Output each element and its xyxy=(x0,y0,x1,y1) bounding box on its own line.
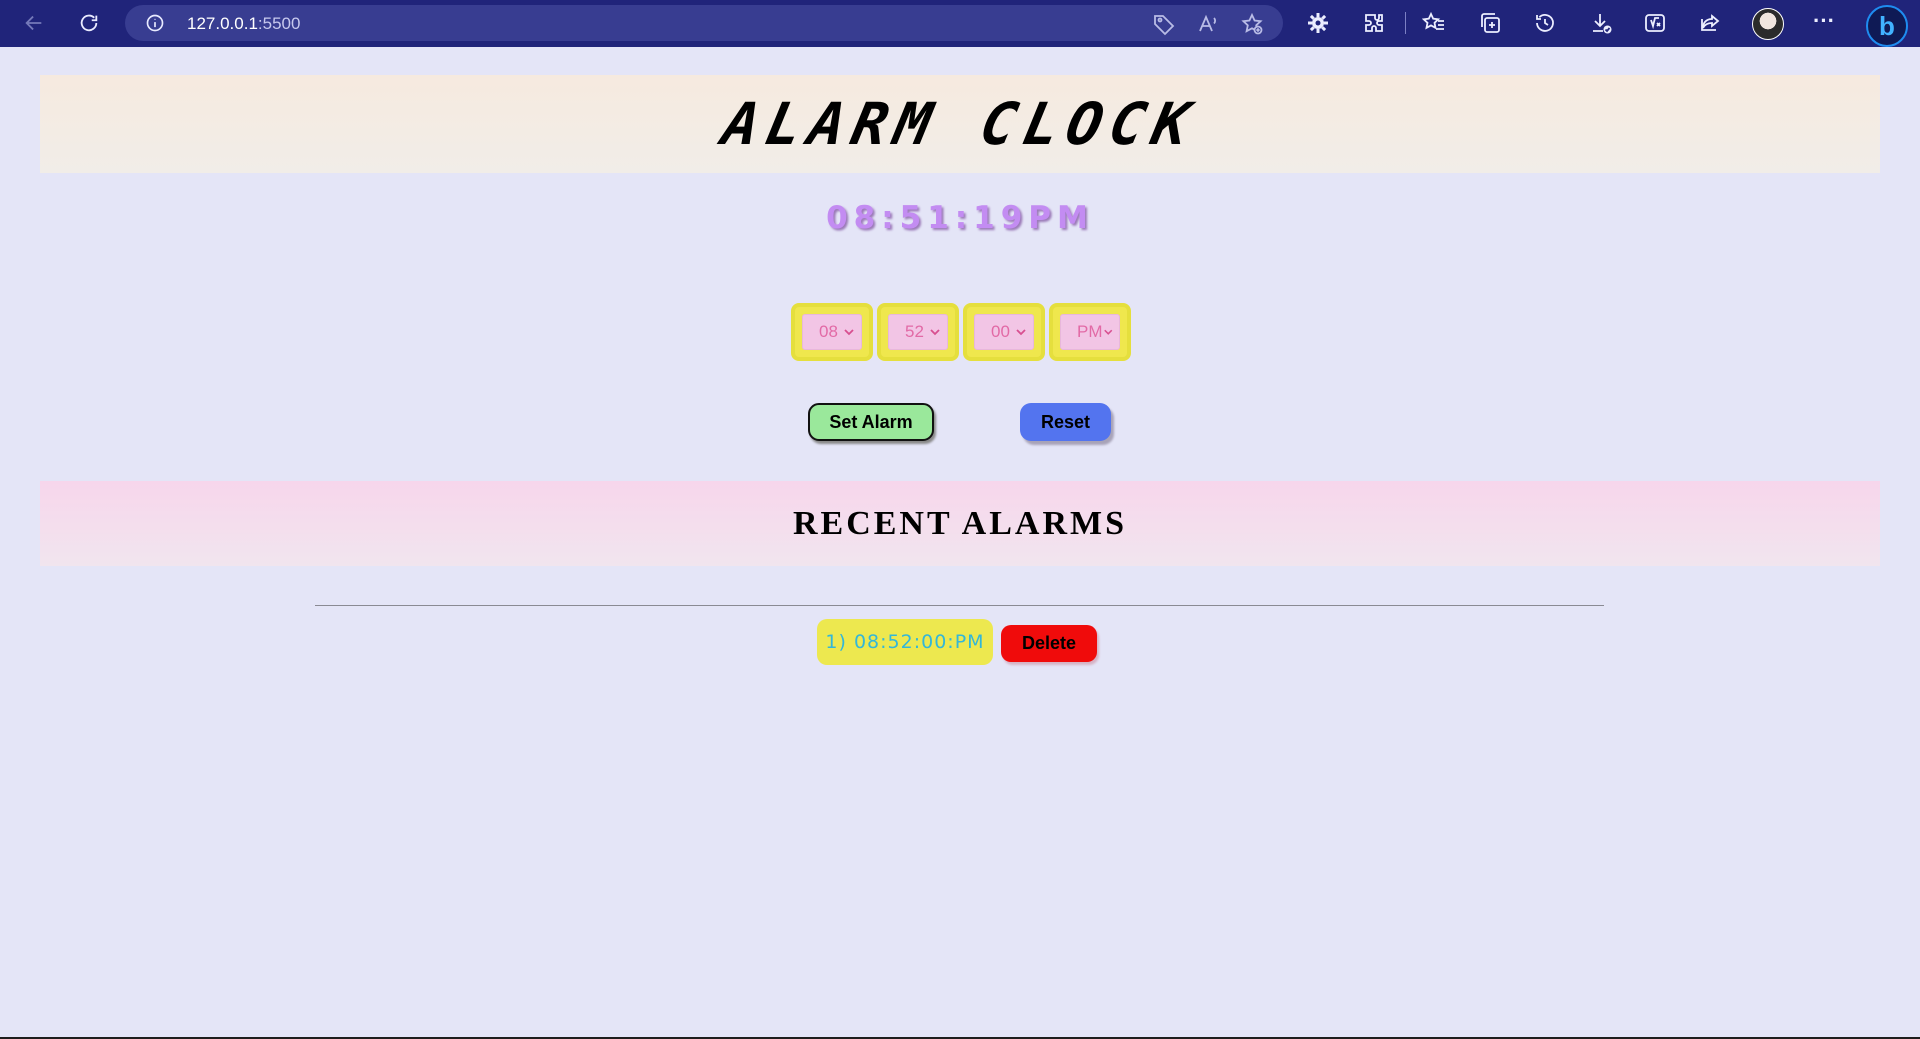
recent-alarms-heading: RECENT ALARMS xyxy=(792,504,1128,542)
history-icon[interactable] xyxy=(1533,11,1557,35)
profile-avatar[interactable] xyxy=(1752,8,1784,40)
extensions-icon[interactable] xyxy=(1362,11,1386,35)
more-icon[interactable]: ··· xyxy=(1813,8,1837,33)
delete-alarm-button[interactable]: Delete xyxy=(1001,625,1097,662)
back-icon[interactable] xyxy=(14,3,54,43)
minute-select[interactable]: 52 xyxy=(888,314,948,350)
second-select[interactable]: 00 xyxy=(974,314,1034,350)
share-icon[interactable] xyxy=(1698,11,1722,35)
recent-alarms-banner: RECENT ALARMS xyxy=(40,481,1880,566)
read-aloud-icon[interactable] xyxy=(1196,12,1220,36)
settings-icon[interactable] xyxy=(1306,11,1330,35)
divider xyxy=(315,605,1604,606)
set-alarm-button[interactable]: Set Alarm xyxy=(808,403,934,441)
bing-icon[interactable]: b xyxy=(1866,5,1908,47)
address-bar[interactable]: 127.0.0.1:5500 xyxy=(125,5,1283,41)
chevron-down-icon xyxy=(1103,329,1112,335)
url-text[interactable]: 127.0.0.1:5500 xyxy=(187,14,300,34)
ampm-select-value: PM xyxy=(1077,322,1103,341)
chevron-down-icon xyxy=(930,329,940,336)
second-select-value: 00 xyxy=(991,322,1010,341)
ampm-select[interactable]: PM xyxy=(1060,314,1120,350)
reset-button[interactable]: Reset xyxy=(1020,403,1111,441)
ampm-select-frame: PM xyxy=(1049,303,1131,361)
page-title: ALARM CLOCK xyxy=(716,90,1204,158)
browser-toolbar: 127.0.0.1:5500 ··· b xyxy=(0,0,1920,47)
minute-select-frame: 52 xyxy=(877,303,959,361)
refresh-icon[interactable] xyxy=(69,3,109,43)
collections-icon[interactable] xyxy=(1478,11,1502,35)
title-banner: ALARM CLOCK xyxy=(40,75,1880,173)
info-icon[interactable] xyxy=(145,13,165,33)
hour-select-value: 08 xyxy=(819,322,838,341)
alarm-list-item: 1) 08:52:00:PM xyxy=(817,619,993,665)
second-select-frame: 00 xyxy=(963,303,1045,361)
math-solver-icon[interactable] xyxy=(1643,11,1667,35)
favorite-add-icon[interactable] xyxy=(1240,12,1264,36)
chevron-down-icon xyxy=(1016,329,1026,336)
chevron-down-icon xyxy=(844,329,854,336)
downloads-icon[interactable] xyxy=(1589,11,1613,35)
hour-select-frame: 08 xyxy=(791,303,873,361)
toolbar-separator xyxy=(1405,12,1406,34)
minute-select-value: 52 xyxy=(905,322,924,341)
favorites-icon[interactable] xyxy=(1421,11,1446,35)
current-time-display: 08:51:19PM xyxy=(826,200,1094,236)
alarm-time-selectors: 08 52 00 PM xyxy=(791,303,1131,361)
hour-select[interactable]: 08 xyxy=(802,314,862,350)
tag-icon[interactable] xyxy=(1152,12,1176,36)
